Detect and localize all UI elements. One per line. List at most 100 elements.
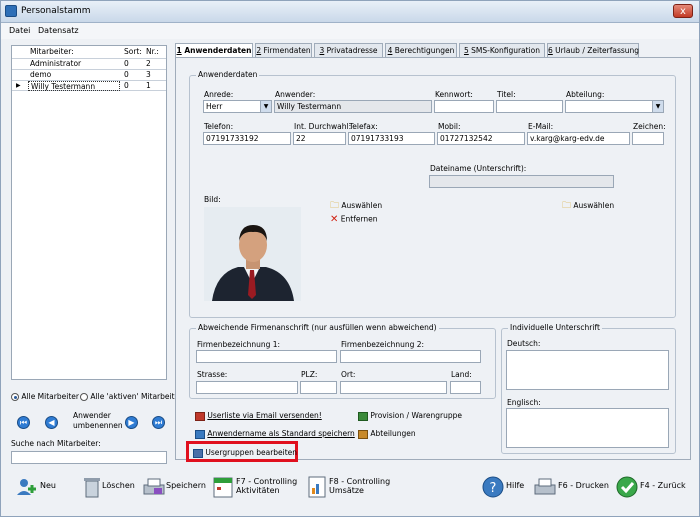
back-button[interactable]: F4 - Zurück: [615, 475, 686, 505]
next-record-icon[interactable]: ▶: [125, 416, 138, 429]
f8-label-1: F8 - Controlling: [329, 477, 391, 486]
row-sort: 0: [124, 81, 129, 90]
tab-label: Urlaub / Zeiterfassung: [552, 46, 640, 55]
remove-image-label: Entfernen: [340, 214, 378, 224]
print-button[interactable]: F6 - Drucken: [533, 475, 609, 505]
anwender-field[interactable]: Willy Testermann: [274, 100, 432, 113]
signature-group-title: Individuelle Unterschrift: [508, 323, 602, 332]
mobil-field[interactable]: 01727132542: [437, 132, 525, 145]
tab-sms-konfiguration[interactable]: 5 SMS-Konfiguration: [459, 43, 545, 58]
table-row[interactable]: Administrator 0 2: [12, 58, 166, 69]
email-icon: [195, 411, 205, 421]
tab-label: Firmendaten: [261, 46, 311, 55]
first-record-icon[interactable]: ⏮: [17, 416, 30, 429]
kennwort-field[interactable]: [434, 100, 494, 113]
select-signature-button[interactable]: 🗀 Auswählen: [562, 198, 614, 214]
title-bar: Personalstamm x: [1, 1, 699, 23]
titel-field[interactable]: [496, 100, 563, 113]
durchwahl-label: Int. Durchwahl:: [294, 122, 352, 131]
englisch-label: Englisch:: [507, 398, 541, 407]
svg-text:?: ?: [490, 481, 497, 496]
ort-field[interactable]: [340, 381, 447, 394]
save-button[interactable]: Speichern: [142, 475, 206, 505]
tab-urlaub-zeiterfassung[interactable]: 6 Urlaub / Zeiterfassung: [547, 43, 639, 58]
row-sort: 0: [124, 59, 129, 68]
filter-all[interactable]: Alle Mitarbeiter: [11, 392, 79, 401]
delete-button[interactable]: Löschen: [80, 475, 135, 505]
plz-field[interactable]: [300, 381, 337, 394]
help-icon: ?: [482, 476, 504, 498]
menu-datei[interactable]: Datei: [9, 26, 30, 35]
tab-label: SMS-Konfiguration: [468, 46, 541, 55]
filter-active[interactable]: Alle 'aktiven' Mitarbeiter: [80, 392, 182, 401]
mobil-label: Mobil:: [438, 122, 461, 131]
deutsch-textarea[interactable]: [506, 350, 669, 390]
last-record-icon[interactable]: ⏭: [152, 416, 165, 429]
edit-groups-button[interactable]: Usergruppen bearbeiten: [193, 448, 297, 458]
land-field[interactable]: [450, 381, 481, 394]
rename-label-1[interactable]: Anwender: [73, 411, 111, 420]
printer-icon: [534, 478, 556, 495]
printer-save-icon: [143, 478, 165, 495]
anrede-value: Herr: [206, 102, 223, 111]
print-label: F6 - Drucken: [558, 481, 609, 490]
search-input[interactable]: [11, 451, 167, 464]
f7-controlling-button[interactable]: F7 - Controlling Aktivitäten: [211, 475, 297, 505]
chevron-down-icon[interactable]: ▼: [652, 101, 663, 112]
titel-label: Titel:: [497, 90, 516, 99]
firma2-field[interactable]: [340, 350, 481, 363]
strasse-label: Strasse:: [197, 370, 228, 379]
prev-record-icon[interactable]: ◀: [45, 416, 58, 429]
strasse-field[interactable]: [196, 381, 298, 394]
tab-berechtigungen[interactable]: 4 Berechtigungen: [385, 43, 457, 58]
grid-header-name[interactable]: Mitarbeiter:: [28, 46, 74, 58]
ort-label: Ort:: [341, 370, 356, 379]
delete-label: Löschen: [102, 481, 135, 490]
bild-label: Bild:: [204, 195, 221, 204]
radio-all-icon[interactable]: [11, 393, 19, 401]
new-button[interactable]: Neu: [15, 475, 59, 505]
tab-label: Anwenderdaten: [181, 46, 252, 55]
rename-label-2[interactable]: umbenennen: [73, 421, 123, 430]
employee-grid[interactable]: Mitarbeiter: Sort: Nr.: Administrator 0 …: [11, 45, 167, 380]
tab-firmendaten[interactable]: 2 Firmendaten: [255, 43, 312, 58]
firma1-field[interactable]: [196, 350, 337, 363]
telefax-field[interactable]: 07191733193: [348, 132, 435, 145]
signature-file-field[interactable]: [429, 175, 614, 188]
close-icon: ✕: [330, 214, 339, 225]
kennwort-label: Kennwort:: [435, 90, 473, 99]
folder-icon: 🗀: [562, 201, 572, 211]
telefon-field[interactable]: 07191733192: [203, 132, 291, 145]
save-label: Speichern: [166, 481, 206, 490]
employee-photo: [204, 207, 301, 301]
departments-button[interactable]: Abteilungen: [358, 429, 416, 439]
help-button[interactable]: ? Hilfe: [481, 475, 524, 505]
table-row-selected[interactable]: ▶ Willy Testermann 0 1: [12, 80, 166, 91]
anrede-select[interactable]: Herr ▼: [203, 100, 272, 113]
f8-label-2: Umsätze: [329, 486, 364, 495]
tab-privatadresse[interactable]: 3 Privatadresse: [314, 43, 383, 58]
signature-file-label: Dateiname (Unterschrift):: [430, 164, 527, 173]
close-button[interactable]: x: [673, 4, 693, 18]
menu-datensatz[interactable]: Datensatz: [38, 26, 79, 35]
row-nr: 2: [146, 59, 151, 68]
email-user-list-button[interactable]: Userliste via Email versenden!: [195, 411, 322, 421]
email-field[interactable]: v.karg@karg-edv.de: [527, 132, 630, 145]
grid-header-sort[interactable]: Sort:: [122, 46, 142, 58]
chevron-down-icon[interactable]: ▼: [260, 101, 271, 112]
save-default-button[interactable]: Anwendername als Standard speichern: [195, 429, 355, 439]
englisch-textarea[interactable]: [506, 408, 669, 448]
select-image-button[interactable]: 🗀 Auswählen: [330, 198, 382, 214]
table-row[interactable]: demo 0 3: [12, 69, 166, 80]
f8-controlling-button[interactable]: F8 - Controlling Umsätze: [305, 475, 390, 505]
grid-header-nr[interactable]: Nr.:: [144, 46, 159, 58]
radio-active-icon[interactable]: [80, 393, 88, 401]
commission-button[interactable]: Provision / Warengruppe: [358, 411, 462, 421]
person-photo-icon: [204, 207, 301, 301]
durchwahl-field[interactable]: 22: [293, 132, 346, 145]
zeichen-field[interactable]: [632, 132, 664, 145]
abteilung-select[interactable]: ▼: [565, 100, 664, 113]
firma1-label: Firmenbezeichnung 1:: [197, 340, 281, 349]
row-name: Administrator: [30, 59, 82, 68]
remove-image-button[interactable]: ✕ Entfernen: [330, 214, 378, 225]
